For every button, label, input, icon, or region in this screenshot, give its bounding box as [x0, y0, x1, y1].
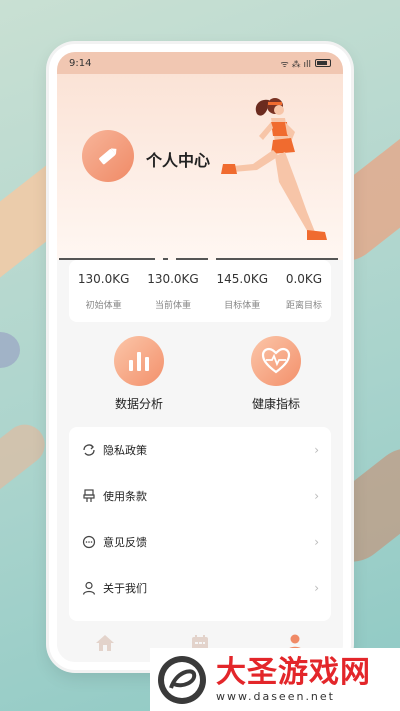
- heart-pulse-icon: [251, 336, 301, 386]
- menu-item-label: 关于我们: [103, 582, 147, 595]
- status-icons: ᯤ ⁂ ıll: [281, 57, 331, 70]
- chevron-right-icon: ›: [314, 581, 319, 595]
- bg-stripe: [0, 416, 53, 504]
- user-icon: [81, 580, 97, 596]
- battery-icon: [315, 59, 331, 67]
- stat-label: 目标体重: [224, 300, 261, 311]
- status-time: 9:14: [69, 57, 92, 69]
- stat-value: 130.0KG: [77, 271, 130, 286]
- chevron-right-icon: ›: [314, 535, 319, 549]
- stat-label: 距离目标: [285, 300, 322, 311]
- menu-item-label: 使用条款: [103, 490, 147, 503]
- app-screen: 9:14 ᯤ ⁂ ıll 个人中心 130.0KG 初始体重 130.0KG 当…: [57, 52, 343, 662]
- tab-home[interactable]: [85, 628, 125, 658]
- watermark-brand: 大圣游戏网: [216, 655, 371, 690]
- data-analysis-label: 数据分析: [114, 397, 163, 411]
- stat-target-weight: 145.0KG 目标体重: [217, 272, 269, 311]
- home-icon: [95, 635, 114, 651]
- stat-label: 初始体重: [85, 300, 122, 311]
- stat-value: 0.0KG: [285, 271, 323, 286]
- settings-menu: 隐私政策 › 使用条款 › 意见反馈 › 关于我们 ›: [69, 427, 331, 621]
- chevron-right-icon: ›: [314, 443, 319, 457]
- watermark-logo: [158, 655, 206, 704]
- stat-label: 当前体重: [154, 300, 191, 311]
- data-analysis-button[interactable]: 数据分析: [94, 336, 184, 412]
- menu-item-about-us[interactable]: 关于我们 ›: [69, 565, 331, 611]
- refresh-icon: [81, 442, 97, 458]
- weight-stats-card: 130.0KG 初始体重 130.0KG 当前体重 145.0KG 目标体重 0…: [69, 260, 331, 322]
- menu-item-feedback[interactable]: 意见反馈 ›: [69, 519, 331, 565]
- stat-value: 130.0KG: [147, 271, 199, 286]
- runner-illustration: [221, 98, 327, 240]
- health-index-button[interactable]: 健康指标: [231, 336, 321, 412]
- watermark-banner: 大圣游戏网 www.daseen.net: [150, 648, 400, 711]
- menu-item-label: 意见反馈: [103, 536, 147, 549]
- chevron-right-icon: ›: [314, 489, 319, 503]
- profile-header: 个人中心: [57, 74, 343, 260]
- status-bar: 9:14 ᯤ ⁂ ıll: [57, 52, 343, 74]
- menu-item-terms-of-use[interactable]: 使用条款 ›: [69, 473, 331, 519]
- health-index-label: 健康指标: [251, 397, 300, 411]
- feedback-icon: [81, 534, 97, 550]
- menu-item-privacy-policy[interactable]: 隐私政策 ›: [69, 427, 331, 473]
- pencil-icon: [99, 148, 117, 165]
- phone-frame: 9:14 ᯤ ⁂ ıll 个人中心 130.0KG 初始体重 130.0KG 当…: [49, 44, 351, 670]
- bar-chart-icon: [114, 336, 164, 386]
- avatar[interactable]: [82, 130, 134, 182]
- feature-section: 数据分析 健康指标: [57, 336, 343, 416]
- signal-icon: ᯤ ⁂ ıll: [280, 59, 311, 70]
- terms-icon: [81, 488, 97, 504]
- menu-item-label: 隐私政策: [103, 444, 147, 457]
- stat-current-weight: 130.0KG 当前体重: [147, 272, 199, 311]
- watermark-url: www.daseen.net: [216, 690, 335, 703]
- stat-distance-to-target: 0.0KG 距离目标: [286, 272, 322, 311]
- bg-circle: [0, 332, 20, 368]
- stat-initial-weight: 130.0KG 初始体重: [78, 272, 130, 311]
- stat-value: 145.0KG: [216, 271, 269, 286]
- page-title: 个人中心: [146, 151, 211, 170]
